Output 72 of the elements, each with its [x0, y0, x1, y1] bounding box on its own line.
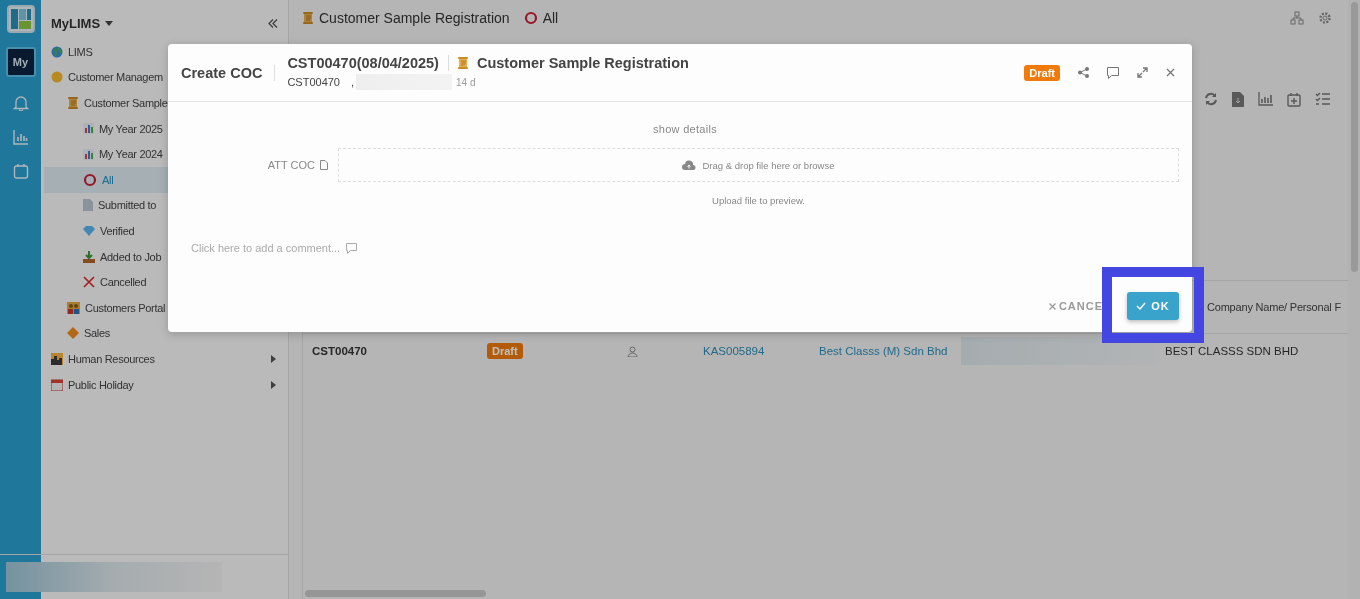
record-title: CST00470(08/04/2025) — [287, 55, 449, 71]
caret-right-icon — [271, 354, 276, 363]
sidebar-title[interactable]: MyLIMS — [51, 15, 101, 31]
close-icon — [1048, 302, 1056, 310]
status-badge: Draft — [487, 343, 523, 359]
ring-icon — [523, 11, 538, 25]
scrollbar-thumb[interactable] — [1350, 2, 1358, 272]
caret-right-icon — [271, 380, 276, 389]
sidebar-item[interactable]: Customers Portal — [44, 294, 288, 321]
document-icon — [83, 199, 93, 212]
sidebar-item[interactable]: Sales — [44, 320, 288, 347]
hierarchy-icon — [1290, 11, 1304, 25]
people-icon — [67, 301, 80, 314]
separator-text: , — [351, 76, 355, 88]
sidebar-item[interactable]: Customer Sample — [44, 90, 288, 116]
module-title: Customer Sample Registration — [476, 55, 689, 71]
check-icon — [1136, 302, 1147, 310]
globe-icon — [51, 45, 63, 58]
bar-chart-icon — [83, 148, 94, 160]
scrollbar-thumb[interactable] — [305, 590, 486, 597]
bar-chart-icon — [83, 123, 94, 135]
breadcrumb-module[interactable]: Customer Sample Registration — [319, 10, 510, 26]
scroll-icon — [456, 56, 469, 70]
checklist-icon — [1315, 92, 1330, 106]
file-icon — [320, 160, 328, 170]
sidebar-item[interactable]: Public Holiday — [44, 371, 288, 398]
comment-icon — [346, 242, 358, 254]
ring-icon — [83, 172, 97, 187]
close-icon — [1166, 68, 1175, 77]
chart-icon — [12, 129, 29, 145]
sidebar-item[interactable]: Human Resources — [44, 346, 288, 372]
table-cell-text: BEST CLASSS SDN BHD — [1165, 345, 1300, 357]
calendar-icon — [51, 378, 63, 391]
dialog-title: Create COC — [181, 64, 276, 81]
cloud-upload-icon — [682, 160, 697, 170]
record-code: CST00470 — [287, 76, 340, 88]
emoji-icon — [51, 71, 63, 84]
bell-icon — [12, 95, 29, 111]
share-icon — [1078, 67, 1089, 78]
diamond-icon — [67, 327, 79, 340]
app-badge[interactable]: My — [5, 47, 36, 77]
user-icon — [627, 345, 638, 357]
expand-icon — [1137, 67, 1148, 78]
cross-icon — [83, 276, 95, 289]
bar-chart-icon — [1258, 92, 1273, 106]
column-header[interactable]: Company Name/ Personal F — [1207, 301, 1348, 313]
calendar-plus-icon — [1287, 92, 1301, 107]
city-icon — [51, 352, 63, 365]
settings-icon — [1318, 11, 1332, 25]
sidebar-item[interactable]: Submitted to — [44, 192, 288, 219]
preview-hint: Upload file to preview. — [712, 195, 805, 206]
caret-down-icon — [105, 20, 114, 26]
logo-icon — [6, 5, 35, 33]
show-details-link[interactable]: show details — [652, 123, 718, 135]
sidebar-item[interactable]: LIMS — [44, 39, 288, 65]
calendar-icon — [12, 163, 29, 179]
sidebar-item[interactable]: Verified — [44, 218, 288, 244]
refresh-icon — [1204, 92, 1218, 106]
file-download-icon — [1232, 92, 1244, 107]
table-cell-text: CST00470 — [312, 345, 368, 357]
diamond-icon — [83, 225, 95, 236]
inbox-download-icon — [83, 250, 95, 263]
comment-icon — [1107, 66, 1119, 79]
scroll-icon — [67, 96, 79, 110]
scroll-icon — [302, 11, 314, 25]
collapse-icon — [268, 18, 278, 28]
breadcrumb-view[interactable]: All — [542, 10, 559, 26]
status-badge: Draft — [1024, 64, 1060, 81]
sidebar-item[interactable]: My Year 2025 — [44, 115, 288, 142]
record-age: 14 d — [456, 76, 476, 88]
sidebar-item[interactable]: Cancelled — [44, 269, 288, 295]
file-dropzone[interactable]: Drag & drop file here or browse — [338, 148, 1179, 182]
